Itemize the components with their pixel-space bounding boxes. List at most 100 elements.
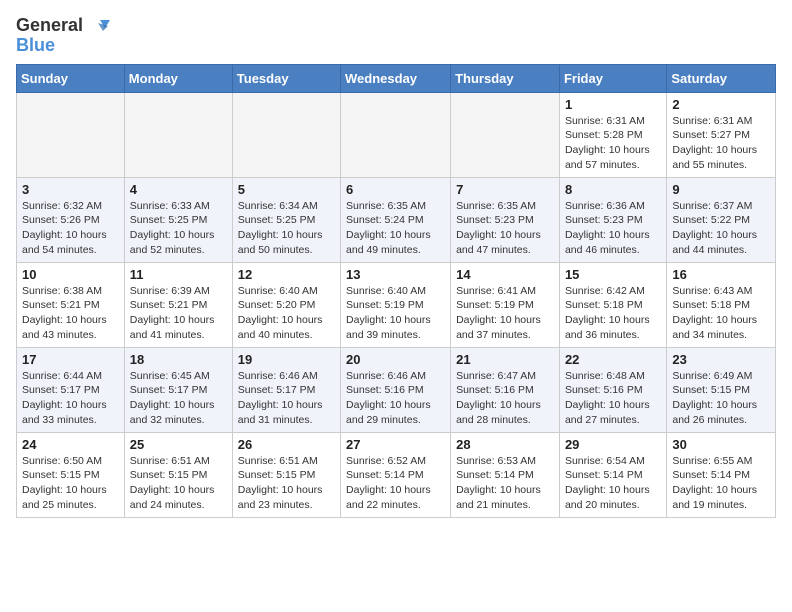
week-row-3: 10 Sunrise: 6:38 AM Sunset: 5:21 PM Dayli… (17, 262, 776, 347)
day-info: Sunrise: 6:40 AM Sunset: 5:19 PM Dayligh… (346, 284, 445, 343)
day-number: 19 (238, 352, 335, 367)
calendar: SundayMondayTuesdayWednesdayThursdayFrid… (16, 64, 776, 518)
calendar-cell: 11 Sunrise: 6:39 AM Sunset: 5:21 PM Dayli… (124, 262, 232, 347)
weekday-header-saturday: Saturday (667, 64, 776, 92)
day-number: 30 (672, 437, 770, 452)
day-number: 10 (22, 267, 119, 282)
calendar-cell: 20 Sunrise: 6:46 AM Sunset: 5:16 PM Dayli… (341, 347, 451, 432)
calendar-cell: 28 Sunrise: 6:53 AM Sunset: 5:14 PM Dayli… (451, 432, 560, 517)
day-info: Sunrise: 6:35 AM Sunset: 5:23 PM Dayligh… (456, 199, 554, 258)
week-row-5: 24 Sunrise: 6:50 AM Sunset: 5:15 PM Dayli… (17, 432, 776, 517)
weekday-header-tuesday: Tuesday (232, 64, 340, 92)
day-info: Sunrise: 6:44 AM Sunset: 5:17 PM Dayligh… (22, 369, 119, 428)
day-number: 13 (346, 267, 445, 282)
weekday-header-sunday: Sunday (17, 64, 125, 92)
day-number: 17 (22, 352, 119, 367)
day-info: Sunrise: 6:43 AM Sunset: 5:18 PM Dayligh… (672, 284, 770, 343)
day-info: Sunrise: 6:45 AM Sunset: 5:17 PM Dayligh… (130, 369, 227, 428)
day-number: 2 (672, 97, 770, 112)
day-info: Sunrise: 6:31 AM Sunset: 5:27 PM Dayligh… (672, 114, 770, 173)
day-number: 11 (130, 267, 227, 282)
calendar-cell: 15 Sunrise: 6:42 AM Sunset: 5:18 PM Dayli… (559, 262, 666, 347)
day-info: Sunrise: 6:50 AM Sunset: 5:15 PM Dayligh… (22, 454, 119, 513)
day-info: Sunrise: 6:41 AM Sunset: 5:19 PM Dayligh… (456, 284, 554, 343)
calendar-cell (232, 92, 340, 177)
day-number: 29 (565, 437, 661, 452)
day-number: 25 (130, 437, 227, 452)
calendar-cell: 7 Sunrise: 6:35 AM Sunset: 5:23 PM Daylig… (451, 177, 560, 262)
day-number: 28 (456, 437, 554, 452)
day-info: Sunrise: 6:31 AM Sunset: 5:28 PM Dayligh… (565, 114, 661, 173)
day-number: 24 (22, 437, 119, 452)
day-number: 22 (565, 352, 661, 367)
calendar-cell: 19 Sunrise: 6:46 AM Sunset: 5:17 PM Dayli… (232, 347, 340, 432)
day-info: Sunrise: 6:34 AM Sunset: 5:25 PM Dayligh… (238, 199, 335, 258)
day-info: Sunrise: 6:51 AM Sunset: 5:15 PM Dayligh… (238, 454, 335, 513)
day-info: Sunrise: 6:51 AM Sunset: 5:15 PM Dayligh… (130, 454, 227, 513)
calendar-cell (451, 92, 560, 177)
day-number: 12 (238, 267, 335, 282)
calendar-cell: 26 Sunrise: 6:51 AM Sunset: 5:15 PM Dayli… (232, 432, 340, 517)
day-info: Sunrise: 6:37 AM Sunset: 5:22 PM Dayligh… (672, 199, 770, 258)
weekday-header-wednesday: Wednesday (341, 64, 451, 92)
header: General Blue (16, 16, 776, 56)
day-info: Sunrise: 6:39 AM Sunset: 5:21 PM Dayligh… (130, 284, 227, 343)
calendar-cell (124, 92, 232, 177)
day-info: Sunrise: 6:46 AM Sunset: 5:16 PM Dayligh… (346, 369, 445, 428)
day-number: 14 (456, 267, 554, 282)
weekday-header-thursday: Thursday (451, 64, 560, 92)
day-number: 5 (238, 182, 335, 197)
day-number: 9 (672, 182, 770, 197)
bird-icon (90, 18, 110, 34)
calendar-cell: 17 Sunrise: 6:44 AM Sunset: 5:17 PM Dayli… (17, 347, 125, 432)
day-number: 21 (456, 352, 554, 367)
calendar-cell: 22 Sunrise: 6:48 AM Sunset: 5:16 PM Dayli… (559, 347, 666, 432)
day-info: Sunrise: 6:38 AM Sunset: 5:21 PM Dayligh… (22, 284, 119, 343)
calendar-cell: 27 Sunrise: 6:52 AM Sunset: 5:14 PM Dayli… (341, 432, 451, 517)
calendar-cell: 29Sunrise: 6:54 AM Sunset: 5:14 PM Dayli… (559, 432, 666, 517)
day-info: Sunrise: 6:52 AM Sunset: 5:14 PM Dayligh… (346, 454, 445, 513)
day-number: 16 (672, 267, 770, 282)
day-number: 20 (346, 352, 445, 367)
calendar-cell: 5 Sunrise: 6:34 AM Sunset: 5:25 PM Daylig… (232, 177, 340, 262)
day-number: 26 (238, 437, 335, 452)
day-number: 4 (130, 182, 227, 197)
week-row-2: 3 Sunrise: 6:32 AM Sunset: 5:26 PM Daylig… (17, 177, 776, 262)
day-info: Sunrise: 6:47 AM Sunset: 5:16 PM Dayligh… (456, 369, 554, 428)
day-number: 8 (565, 182, 661, 197)
day-info: Sunrise: 6:53 AM Sunset: 5:14 PM Dayligh… (456, 454, 554, 513)
day-number: 1 (565, 97, 661, 112)
day-number: 3 (22, 182, 119, 197)
calendar-cell: 2 Sunrise: 6:31 AM Sunset: 5:27 PM Daylig… (667, 92, 776, 177)
day-number: 18 (130, 352, 227, 367)
day-info: Sunrise: 6:35 AM Sunset: 5:24 PM Dayligh… (346, 199, 445, 258)
calendar-cell: 21 Sunrise: 6:47 AM Sunset: 5:16 PM Dayli… (451, 347, 560, 432)
day-number: 6 (346, 182, 445, 197)
day-info: Sunrise: 6:40 AM Sunset: 5:20 PM Dayligh… (238, 284, 335, 343)
weekday-header-friday: Friday (559, 64, 666, 92)
calendar-cell: 10 Sunrise: 6:38 AM Sunset: 5:21 PM Dayli… (17, 262, 125, 347)
day-number: 7 (456, 182, 554, 197)
calendar-cell: 23Sunrise: 6:49 AM Sunset: 5:15 PM Dayli… (667, 347, 776, 432)
calendar-cell: 9 Sunrise: 6:37 AM Sunset: 5:22 PM Daylig… (667, 177, 776, 262)
day-info: Sunrise: 6:36 AM Sunset: 5:23 PM Dayligh… (565, 199, 661, 258)
calendar-cell: 25 Sunrise: 6:51 AM Sunset: 5:15 PM Dayli… (124, 432, 232, 517)
calendar-cell: 3 Sunrise: 6:32 AM Sunset: 5:26 PM Daylig… (17, 177, 125, 262)
day-info: Sunrise: 6:48 AM Sunset: 5:16 PM Dayligh… (565, 369, 661, 428)
calendar-cell: 6 Sunrise: 6:35 AM Sunset: 5:24 PM Daylig… (341, 177, 451, 262)
day-info: Sunrise: 6:46 AM Sunset: 5:17 PM Dayligh… (238, 369, 335, 428)
calendar-cell: 1 Sunrise: 6:31 AM Sunset: 5:28 PM Daylig… (559, 92, 666, 177)
day-number: 27 (346, 437, 445, 452)
day-info: Sunrise: 6:32 AM Sunset: 5:26 PM Dayligh… (22, 199, 119, 258)
day-info: Sunrise: 6:33 AM Sunset: 5:25 PM Dayligh… (130, 199, 227, 258)
calendar-cell (17, 92, 125, 177)
calendar-cell: 16 Sunrise: 6:43 AM Sunset: 5:18 PM Dayli… (667, 262, 776, 347)
day-info: Sunrise: 6:49 AM Sunset: 5:15 PM Dayligh… (672, 369, 770, 428)
day-info: Sunrise: 6:42 AM Sunset: 5:18 PM Dayligh… (565, 284, 661, 343)
calendar-cell (341, 92, 451, 177)
calendar-cell: 12 Sunrise: 6:40 AM Sunset: 5:20 PM Dayli… (232, 262, 340, 347)
calendar-cell: 8 Sunrise: 6:36 AM Sunset: 5:23 PM Daylig… (559, 177, 666, 262)
calendar-cell: 13 Sunrise: 6:40 AM Sunset: 5:19 PM Dayli… (341, 262, 451, 347)
day-number: 15 (565, 267, 661, 282)
week-row-1: 1 Sunrise: 6:31 AM Sunset: 5:28 PM Daylig… (17, 92, 776, 177)
